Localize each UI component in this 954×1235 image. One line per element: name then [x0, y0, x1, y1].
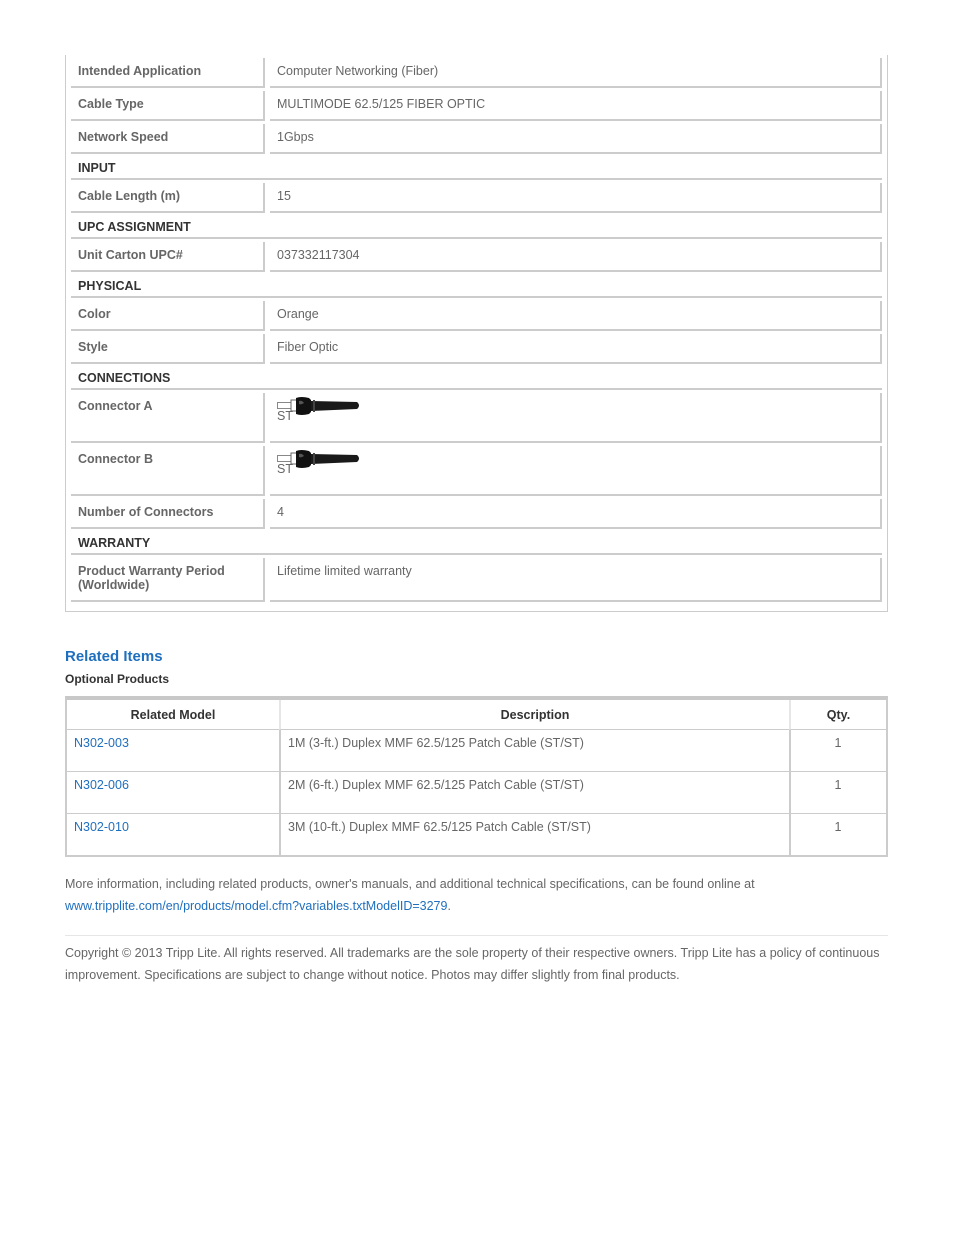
spec-row: Style Fiber Optic — [71, 334, 882, 364]
spec-section-header: UPC ASSIGNMENT — [71, 216, 882, 239]
spec-section-header: INPUT — [71, 157, 882, 180]
column-header-model: Related Model — [67, 700, 279, 730]
spec-label: Color — [71, 301, 265, 331]
spec-value: Computer Networking (Fiber) — [270, 58, 882, 88]
spec-label: Connector B — [71, 446, 265, 496]
spec-value: MULTIMODE 62.5/125 FIBER OPTIC — [270, 91, 882, 121]
model-link[interactable]: N302-003 — [74, 736, 129, 750]
spec-label: Network Speed — [71, 124, 265, 154]
spec-row: Number of Connectors 4 — [71, 499, 882, 529]
spec-section-header: WARRANTY — [71, 532, 882, 555]
spec-value: 037332117304 — [270, 242, 882, 272]
more-info-text: More information, including related prod… — [65, 877, 755, 891]
column-header-description: Description — [279, 700, 789, 730]
spec-value: ST — [270, 393, 882, 443]
spec-label: Unit Carton UPC# — [71, 242, 265, 272]
spec-value: 1Gbps — [270, 124, 882, 154]
related-items-heading: Related Items — [65, 648, 163, 665]
spec-label: Cable Length (m) — [71, 183, 265, 213]
spec-label: Style — [71, 334, 265, 364]
qty-cell: 1 — [789, 772, 886, 814]
spec-label: Cable Type — [71, 91, 265, 121]
copyright-text: Copyright © 2013 Tripp Lite. All rights … — [65, 946, 880, 983]
spec-value: Fiber Optic — [270, 334, 882, 364]
footer-divider — [65, 935, 888, 936]
spec-row: Color Orange — [71, 301, 882, 331]
description-cell: 3M (10-ft.) Duplex MMF 62.5/125 Patch Ca… — [279, 814, 789, 855]
spec-value: Orange — [270, 301, 882, 331]
model-cell: N302-006 — [67, 772, 279, 814]
spec-value: 15 — [270, 183, 882, 213]
qty-cell: 1 — [789, 814, 886, 855]
model-cell: N302-003 — [67, 730, 279, 772]
related-products-table: Related Model Description Qty. N302-003 … — [65, 696, 888, 857]
spec-value: ST — [270, 446, 882, 496]
product-spec-page: Intended Application Computer Networking… — [65, 0, 888, 986]
column-header-qty: Qty. — [789, 700, 886, 730]
table-header-row: Related Model Description Qty. — [67, 700, 886, 730]
spec-row: Product Warranty Period (Worldwide) Life… — [71, 558, 882, 602]
spec-row: Connector B ST — [71, 446, 882, 496]
connector-type-label: ST — [277, 409, 293, 423]
table-row: N302-010 3M (10-ft.) Duplex MMF 62.5/125… — [67, 814, 886, 855]
spec-row: Network Speed 1Gbps — [71, 124, 882, 154]
spec-row: Cable Length (m) 15 — [71, 183, 882, 213]
description-cell: 2M (6-ft.) Duplex MMF 62.5/125 Patch Cab… — [279, 772, 789, 814]
spec-table: Intended Application Computer Networking… — [65, 55, 888, 612]
table-row: N302-006 2M (6-ft.) Duplex MMF 62.5/125 … — [67, 772, 886, 814]
spec-value: 4 — [270, 499, 882, 529]
spec-section-header: CONNECTIONS — [71, 367, 882, 390]
qty-cell: 1 — [789, 730, 886, 772]
spec-value: Lifetime limited warranty — [270, 558, 882, 602]
spec-row: Intended Application Computer Networking… — [71, 58, 882, 88]
spec-section-header: PHYSICAL — [71, 275, 882, 298]
spec-label: Product Warranty Period (Worldwide) — [71, 558, 265, 602]
spec-row: Cable Type MULTIMODE 62.5/125 FIBER OPTI… — [71, 91, 882, 121]
more-info-paragraph: More information, including related prod… — [65, 873, 888, 917]
description-cell: 1M (3-ft.) Duplex MMF 62.5/125 Patch Cab… — [279, 730, 789, 772]
model-cell: N302-010 — [67, 814, 279, 855]
product-page-link[interactable]: www.tripplite.com/en/products/model.cfm?… — [65, 899, 447, 913]
optional-products-heading: Optional Products — [65, 672, 170, 686]
table-row: N302-003 1M (3-ft.) Duplex MMF 62.5/125 … — [67, 730, 886, 772]
spec-label: Number of Connectors — [71, 499, 265, 529]
model-link[interactable]: N302-010 — [74, 820, 129, 834]
more-info-suffix: . — [447, 899, 451, 913]
spec-label: Intended Application — [71, 58, 265, 88]
spec-row: Unit Carton UPC# 037332117304 — [71, 242, 882, 272]
connector-type-label: ST — [277, 462, 293, 476]
spec-row: Connector A ST — [71, 393, 882, 443]
spec-label: Connector A — [71, 393, 265, 443]
model-link[interactable]: N302-006 — [74, 778, 129, 792]
